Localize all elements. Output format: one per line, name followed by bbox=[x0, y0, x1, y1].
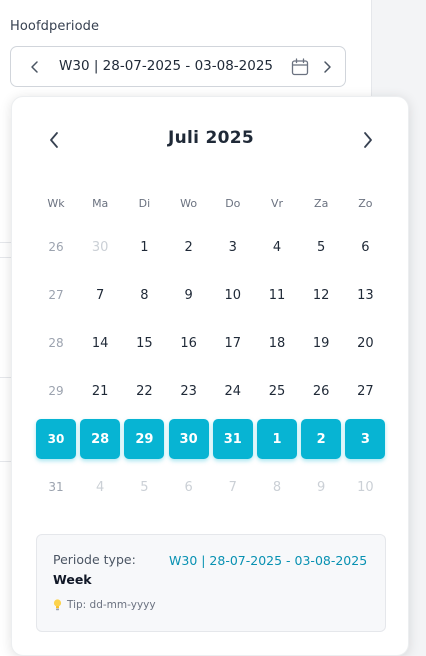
day-cell[interactable]: 16 bbox=[167, 323, 211, 363]
day-cell[interactable]: 26 bbox=[299, 371, 343, 411]
field-label: Hoofdperiode bbox=[10, 19, 100, 34]
period-info-box: Periode type: Week W30 | 28-07-2025 - 03… bbox=[36, 534, 386, 632]
week-number[interactable]: 28 bbox=[34, 323, 78, 363]
week-column-header: Wk bbox=[47, 196, 65, 210]
weekday-header: Wo bbox=[180, 196, 198, 210]
period-range-value: W30 | 28-07-2025 - 03-08-2025 bbox=[169, 553, 368, 568]
selected-day-cell[interactable]: 1 bbox=[257, 419, 297, 459]
day-cell[interactable]: 22 bbox=[122, 371, 166, 411]
day-cell[interactable]: 23 bbox=[167, 371, 211, 411]
day-cell[interactable]: 25 bbox=[255, 371, 299, 411]
lightbulb-icon bbox=[53, 599, 62, 611]
day-cell[interactable]: 9 bbox=[167, 275, 211, 315]
week-number[interactable]: 29 bbox=[34, 371, 78, 411]
day-cell[interactable]: 6 bbox=[343, 227, 387, 267]
period-type-value: Week bbox=[53, 572, 92, 587]
day-cell[interactable]: 13 bbox=[343, 275, 387, 315]
chevron-right-icon[interactable] bbox=[317, 55, 337, 79]
weekday-header: Do bbox=[225, 196, 241, 210]
day-cell[interactable]: 8 bbox=[255, 467, 299, 507]
day-cell[interactable]: 18 bbox=[255, 323, 299, 363]
selected-day-cell[interactable]: 29 bbox=[124, 419, 165, 459]
day-cell[interactable]: 4 bbox=[78, 467, 122, 507]
day-cell[interactable]: 8 bbox=[122, 275, 166, 315]
day-cell[interactable]: 5 bbox=[122, 467, 166, 507]
weekday-header: Za bbox=[314, 196, 329, 210]
day-cell[interactable]: 2 bbox=[167, 227, 211, 267]
day-cell[interactable]: 10 bbox=[211, 275, 255, 315]
day-cell[interactable]: 11 bbox=[255, 275, 299, 315]
day-cell[interactable]: 21 bbox=[78, 371, 122, 411]
day-cell[interactable]: 7 bbox=[211, 467, 255, 507]
selected-day-cell[interactable]: 30 bbox=[168, 419, 209, 459]
weekday-header: Vr bbox=[270, 196, 284, 210]
selected-day-cell[interactable]: 3 bbox=[345, 419, 386, 459]
next-month-button[interactable] bbox=[356, 127, 380, 153]
day-cell[interactable]: 4 bbox=[255, 227, 299, 267]
period-selector[interactable]: W30 | 28-07-2025 - 03-08-2025 bbox=[10, 46, 346, 87]
day-cell[interactable]: 19 bbox=[299, 323, 343, 363]
weekday-header: Di bbox=[138, 196, 151, 210]
period-value[interactable]: W30 | 28-07-2025 - 03-08-2025 bbox=[59, 58, 273, 74]
selected-day-cell[interactable]: 28 bbox=[80, 419, 121, 459]
tip-text: Tip: dd-mm-yyyy bbox=[67, 599, 156, 611]
day-cell[interactable]: 5 bbox=[299, 227, 343, 267]
day-cell[interactable]: 10 bbox=[343, 467, 387, 507]
day-cell[interactable]: 6 bbox=[167, 467, 211, 507]
week-number[interactable]: 26 bbox=[34, 227, 78, 267]
day-cell[interactable]: 20 bbox=[343, 323, 387, 363]
month-title: Juli 2025 bbox=[167, 128, 254, 148]
week-number[interactable]: 30 bbox=[36, 419, 76, 459]
chevron-left-icon[interactable] bbox=[25, 55, 45, 79]
selected-day-cell[interactable]: 2 bbox=[301, 419, 342, 459]
day-cell[interactable]: 14 bbox=[78, 323, 122, 363]
day-cell[interactable]: 15 bbox=[122, 323, 166, 363]
day-cell[interactable]: 30 bbox=[78, 227, 122, 267]
day-cell[interactable]: 3 bbox=[211, 227, 255, 267]
day-cell[interactable]: 17 bbox=[211, 323, 255, 363]
day-cell[interactable]: 1 bbox=[122, 227, 166, 267]
day-cell[interactable]: 7 bbox=[78, 275, 122, 315]
tip-text-row: Tip: dd-mm-yyyy bbox=[53, 599, 156, 611]
period-type-label: Periode type: bbox=[53, 552, 136, 567]
selected-day-cell[interactable]: 31 bbox=[212, 419, 253, 459]
weekday-header: Ma bbox=[92, 196, 109, 210]
week-number[interactable]: 31 bbox=[34, 467, 78, 507]
weekday-header: Zo bbox=[358, 196, 373, 210]
day-cell[interactable]: 9 bbox=[299, 467, 343, 507]
day-cell[interactable]: 24 bbox=[211, 371, 255, 411]
datepicker-popup: Juli 2025 Wk Ma Di Wo Do Vr Za Zo 26 30 1 2 3 4 5 6 27 7 8… bbox=[11, 96, 409, 656]
day-cell[interactable]: 12 bbox=[299, 275, 343, 315]
week-number[interactable]: 27 bbox=[34, 275, 78, 315]
day-cell[interactable]: 27 bbox=[343, 371, 387, 411]
calendar-icon[interactable] bbox=[291, 58, 309, 76]
